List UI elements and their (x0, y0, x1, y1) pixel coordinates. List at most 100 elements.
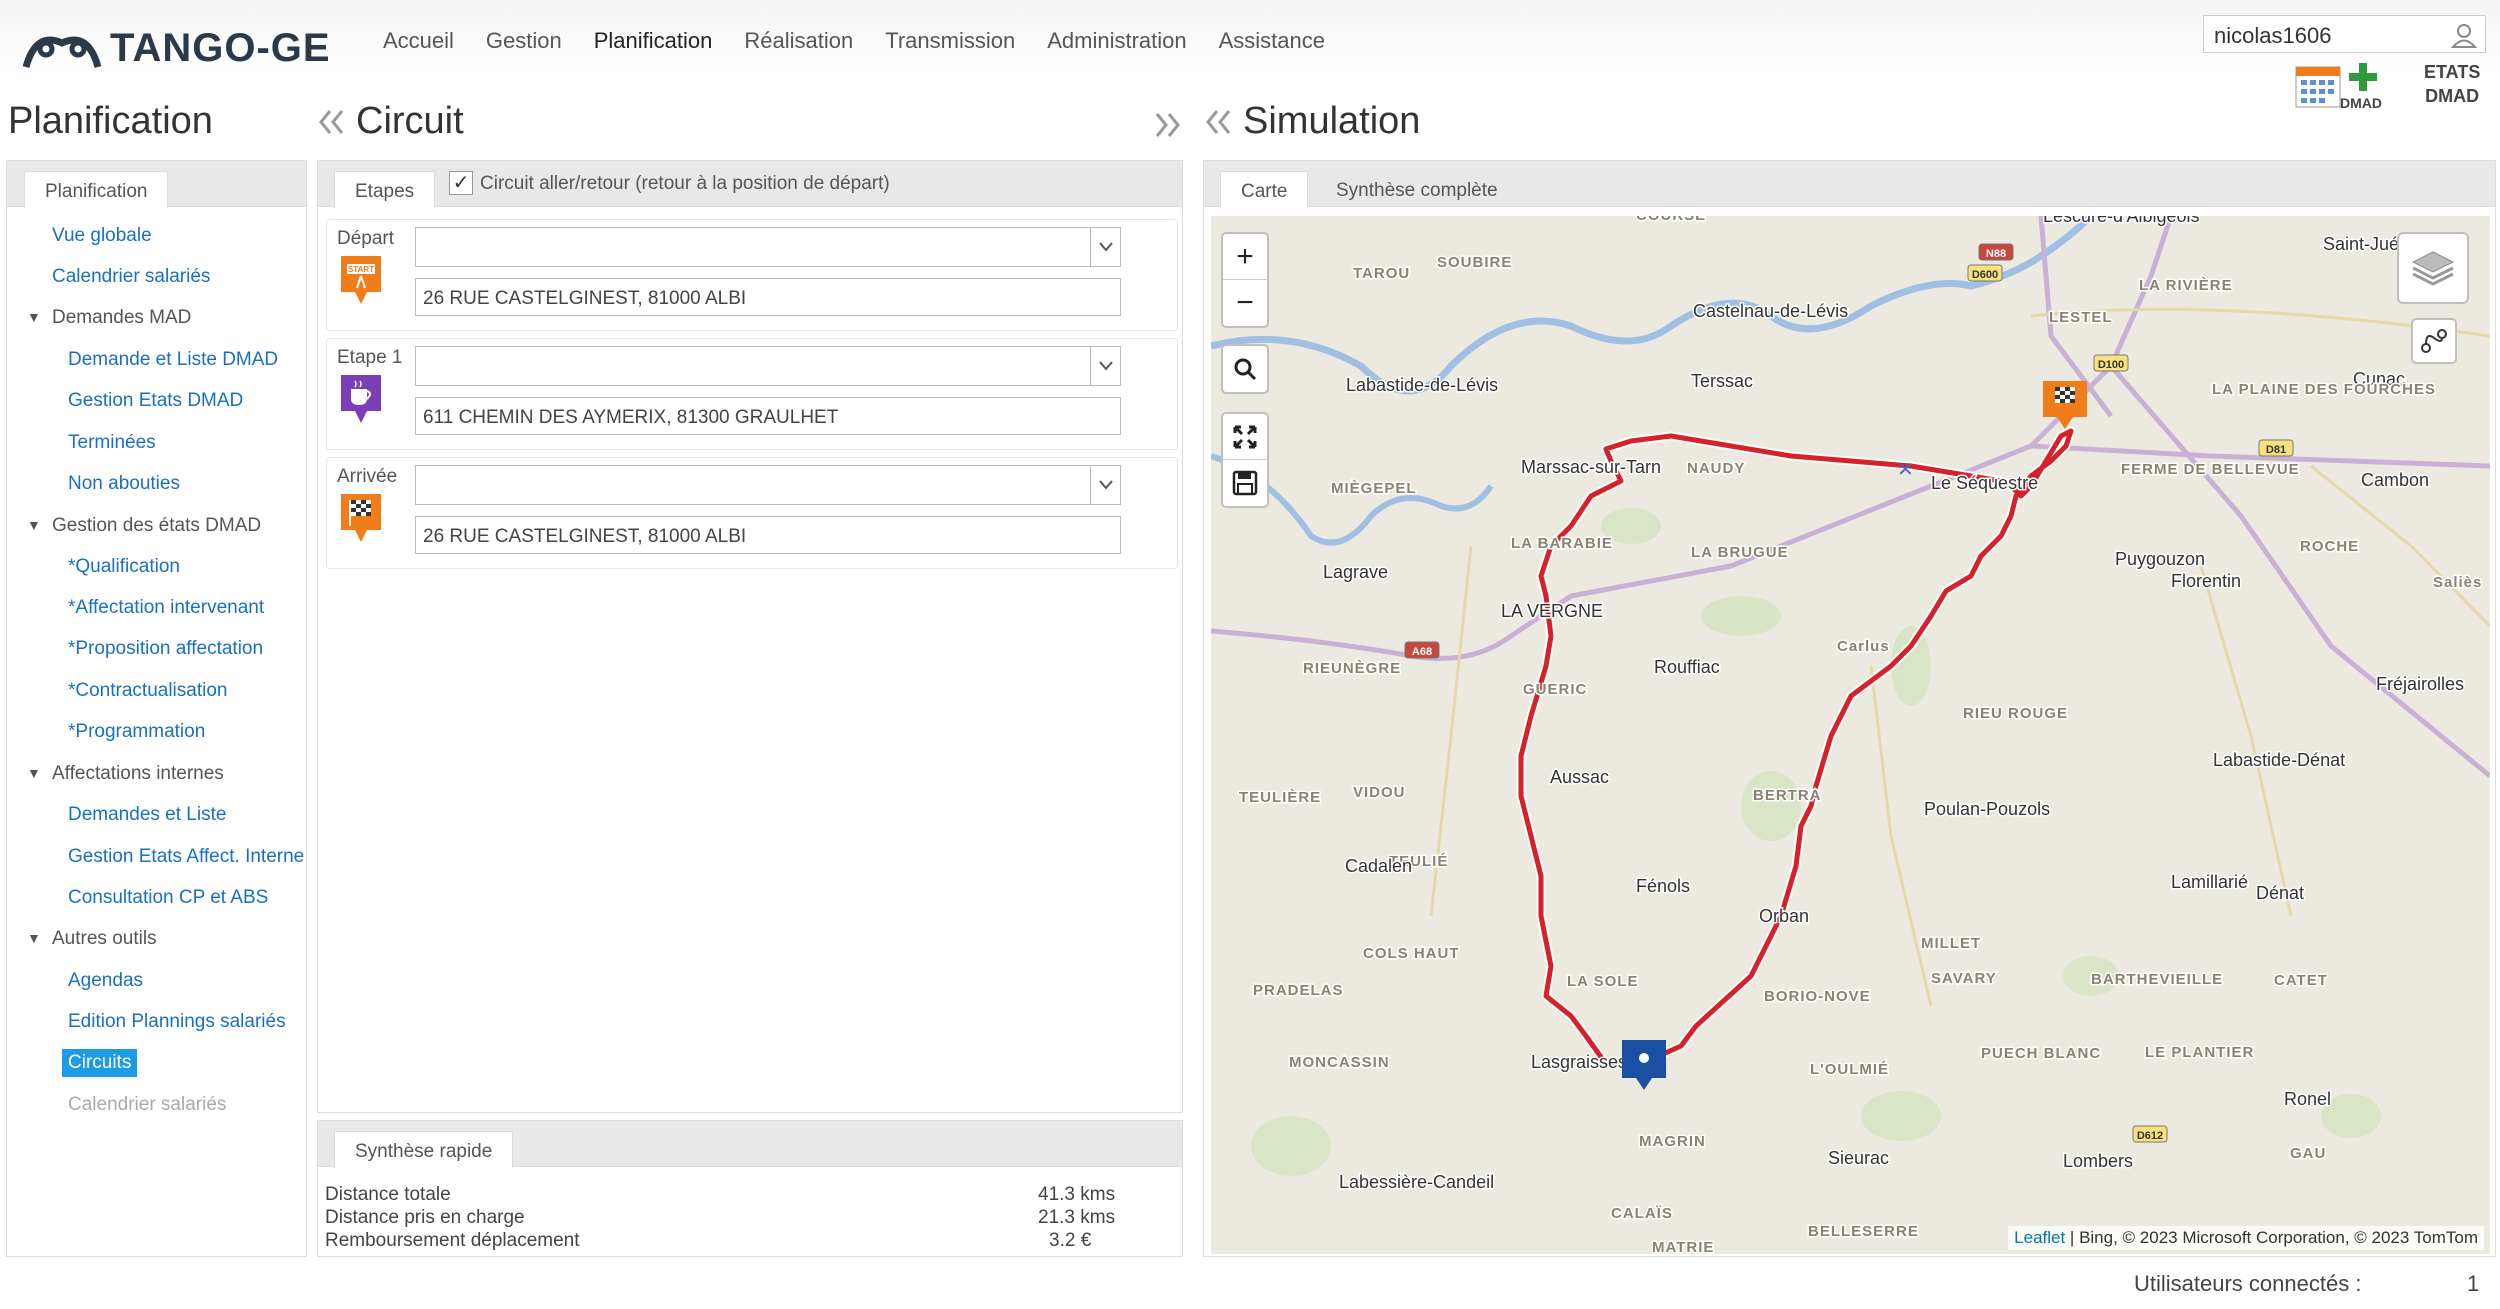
route-button[interactable] (2413, 320, 2455, 362)
search-button[interactable] (1223, 346, 1267, 392)
arrivee-address-field[interactable]: 26 RUE CASTELGINEST, 81000 ALBI (415, 516, 1121, 554)
map-place-label: MAGRIN (1639, 1133, 1706, 1150)
circuit-panel: Etapes ✓ Circuit aller/retour (retour à … (317, 160, 1183, 1113)
etape1-select[interactable] (415, 346, 1121, 386)
map-place-label: Labastide-Dénat (2213, 750, 2345, 770)
collapse-left-icon[interactable] (316, 107, 346, 137)
menu-gestion[interactable]: Gestion (486, 28, 562, 54)
nav-calendrier-salaries-2[interactable]: Calendrier salariés (68, 1094, 226, 1116)
nav-programmation[interactable]: *Programmation (68, 721, 205, 743)
step-label: Départ (337, 228, 395, 249)
user-box[interactable]: nicolas1606 (2203, 15, 2486, 53)
tab-synthese-rapide[interactable]: Synthèse rapide (334, 1131, 514, 1168)
map-place-label: TEULIÈRE (1239, 789, 1321, 806)
nav-group-demandes-mad[interactable]: Demandes MAD (52, 307, 191, 329)
logo[interactable]: TANGO-GE (22, 26, 331, 71)
search-icon (1234, 358, 1257, 381)
simulation-title-text: Simulation (1243, 100, 1421, 142)
etats-dmad-button[interactable]: ETATS DMAD (2424, 60, 2480, 108)
chevron-down-icon[interactable]: ▼ (27, 309, 41, 325)
nav-group-gestion-etats[interactable]: Gestion des états DMAD (52, 515, 261, 537)
nav-circuits[interactable]: Circuits (62, 1049, 138, 1077)
nav-proposition-affectation[interactable]: *Proposition affectation (68, 638, 263, 660)
nav-terminees[interactable]: Terminées (68, 432, 156, 454)
fullscreen-button[interactable] (1223, 414, 1267, 460)
nav-affectation-intervenant[interactable]: *Affectation intervenant (68, 597, 264, 619)
nav-agendas[interactable]: Agendas (68, 970, 143, 992)
etats-label-line2: DMAD (2425, 86, 2480, 106)
road-shield: D81 (2258, 439, 2294, 457)
brand-name: TANGO-GE (110, 26, 331, 70)
circuit-tabstrip: Etapes ✓ Circuit aller/retour (retour à … (318, 161, 1182, 208)
map-canvas[interactable]: SOUBIRE TAROU Castelnau-de-Lévis LESTEL Lesc… (1211, 216, 2490, 1254)
map[interactable]: SOUBIRE TAROU Castelnau-de-Lévis LESTEL Lesc… (1211, 216, 2490, 1254)
dmad-label: DMAD (2340, 95, 2382, 111)
nav-consultation-cp-abs[interactable]: Consultation CP et ABS (68, 887, 268, 909)
depart-address-field[interactable]: 26 RUE CASTELGINEST, 81000 ALBI (415, 278, 1121, 316)
map-place-label: Carlus (1837, 638, 1890, 655)
nav-contractualisation[interactable]: *Contractualisation (68, 680, 227, 702)
menu-transmission[interactable]: Transmission (885, 28, 1015, 54)
save-button[interactable] (1223, 460, 1267, 506)
svg-text:D612: D612 (2137, 1130, 2163, 1142)
chevron-down-icon[interactable] (1090, 466, 1120, 504)
nav-group-affectations-internes[interactable]: Affectations internes (52, 763, 224, 785)
etape1-address-field[interactable]: 611 CHEMIN DES AYMERIX, 81300 GRAULHET (415, 397, 1121, 435)
simulation-title: Simulation (1203, 100, 1420, 143)
map-place-label: Puygouzon (2115, 549, 2205, 569)
zoom-out-button[interactable]: − (1223, 280, 1267, 326)
menu-assistance[interactable]: Assistance (1219, 28, 1325, 54)
tab-synthese-complete[interactable]: Synthèse complète (1316, 171, 1518, 208)
stat-remboursement-value: 3.2 € (1049, 1230, 1092, 1251)
map-place-label: GAU (2290, 1145, 2326, 1162)
tab-planification[interactable]: Planification (24, 171, 169, 208)
nav-group-autres-outils[interactable]: Autres outils (52, 928, 157, 950)
map-place-label: Saliès (2433, 574, 2482, 591)
add-dmad-button[interactable]: DMAD (2315, 62, 2382, 111)
user-icon[interactable] (2451, 22, 2477, 48)
nav-non-abouties[interactable]: Non abouties (68, 473, 180, 495)
map-place-label: LA BRUGUE (1691, 544, 1789, 561)
user-name: nicolas1606 (2214, 23, 2332, 48)
chevron-down-icon[interactable]: ▼ (27, 517, 41, 533)
nav-qualification[interactable]: *Qualification (68, 556, 180, 578)
menu-accueil[interactable]: Accueil (383, 28, 454, 54)
map-place-label: Fréjairolles (2376, 674, 2464, 694)
svg-text:D81: D81 (2266, 444, 2286, 456)
map-place-label: LESTEL (2049, 309, 2113, 326)
tab-carte[interactable]: Carte (1220, 171, 1309, 208)
roundtrip-checkbox[interactable]: ✓ (449, 171, 473, 195)
planification-title-text: Planification (8, 100, 213, 142)
nav-gestion-etats-dmad[interactable]: Gestion Etats DMAD (68, 390, 243, 412)
layers-control[interactable] (2397, 232, 2469, 304)
tab-etapes[interactable]: Etapes (334, 171, 436, 208)
leaflet-link[interactable]: Leaflet (2014, 1228, 2065, 1247)
nav-edition-plannings[interactable]: Edition Plannings salariés (68, 1011, 286, 1033)
nav-demandes-liste[interactable]: Demandes et Liste (68, 804, 226, 826)
stat-distance-prise-value: 21.3 kms (1038, 1207, 1116, 1228)
close-icon[interactable]: ✕ (1897, 459, 1914, 481)
layers-button[interactable] (2399, 234, 2467, 302)
map-attribution: Leaflet | Bing, © 2023 Microsoft Corpora… (2008, 1226, 2484, 1250)
chevron-down-icon[interactable] (1090, 347, 1120, 385)
map-place-label: Castelnau-de-Lévis (1693, 301, 1848, 321)
collapse-left-icon[interactable] (1203, 107, 1233, 137)
svg-text:N88: N88 (1986, 248, 2006, 260)
arrivee-select[interactable] (415, 465, 1121, 505)
chevron-down-icon[interactable] (1090, 228, 1120, 266)
nav-vue-globale[interactable]: Vue globale (52, 225, 152, 247)
map-place-label: Aussac (1550, 767, 1609, 787)
nav-demande-liste-dmad[interactable]: Demande et Liste DMAD (68, 349, 278, 371)
chevron-down-icon[interactable]: ▼ (27, 765, 41, 781)
menu-planification[interactable]: Planification (594, 28, 713, 54)
expand-right-icon[interactable] (1153, 110, 1183, 140)
nav-calendrier-salaries[interactable]: Calendrier salariés (52, 266, 210, 288)
menu-realisation[interactable]: Réalisation (744, 28, 853, 54)
depart-select[interactable] (415, 227, 1121, 267)
menu-administration[interactable]: Administration (1047, 28, 1186, 54)
map-place-label: LA RIVIÈRE (2139, 277, 2233, 294)
zoom-in-button[interactable]: + (1223, 234, 1267, 280)
chevron-down-icon[interactable]: ▼ (27, 930, 41, 946)
nav-gestion-etats-affect[interactable]: Gestion Etats Affect. Internes (68, 846, 304, 868)
route-control[interactable] (2411, 318, 2457, 364)
